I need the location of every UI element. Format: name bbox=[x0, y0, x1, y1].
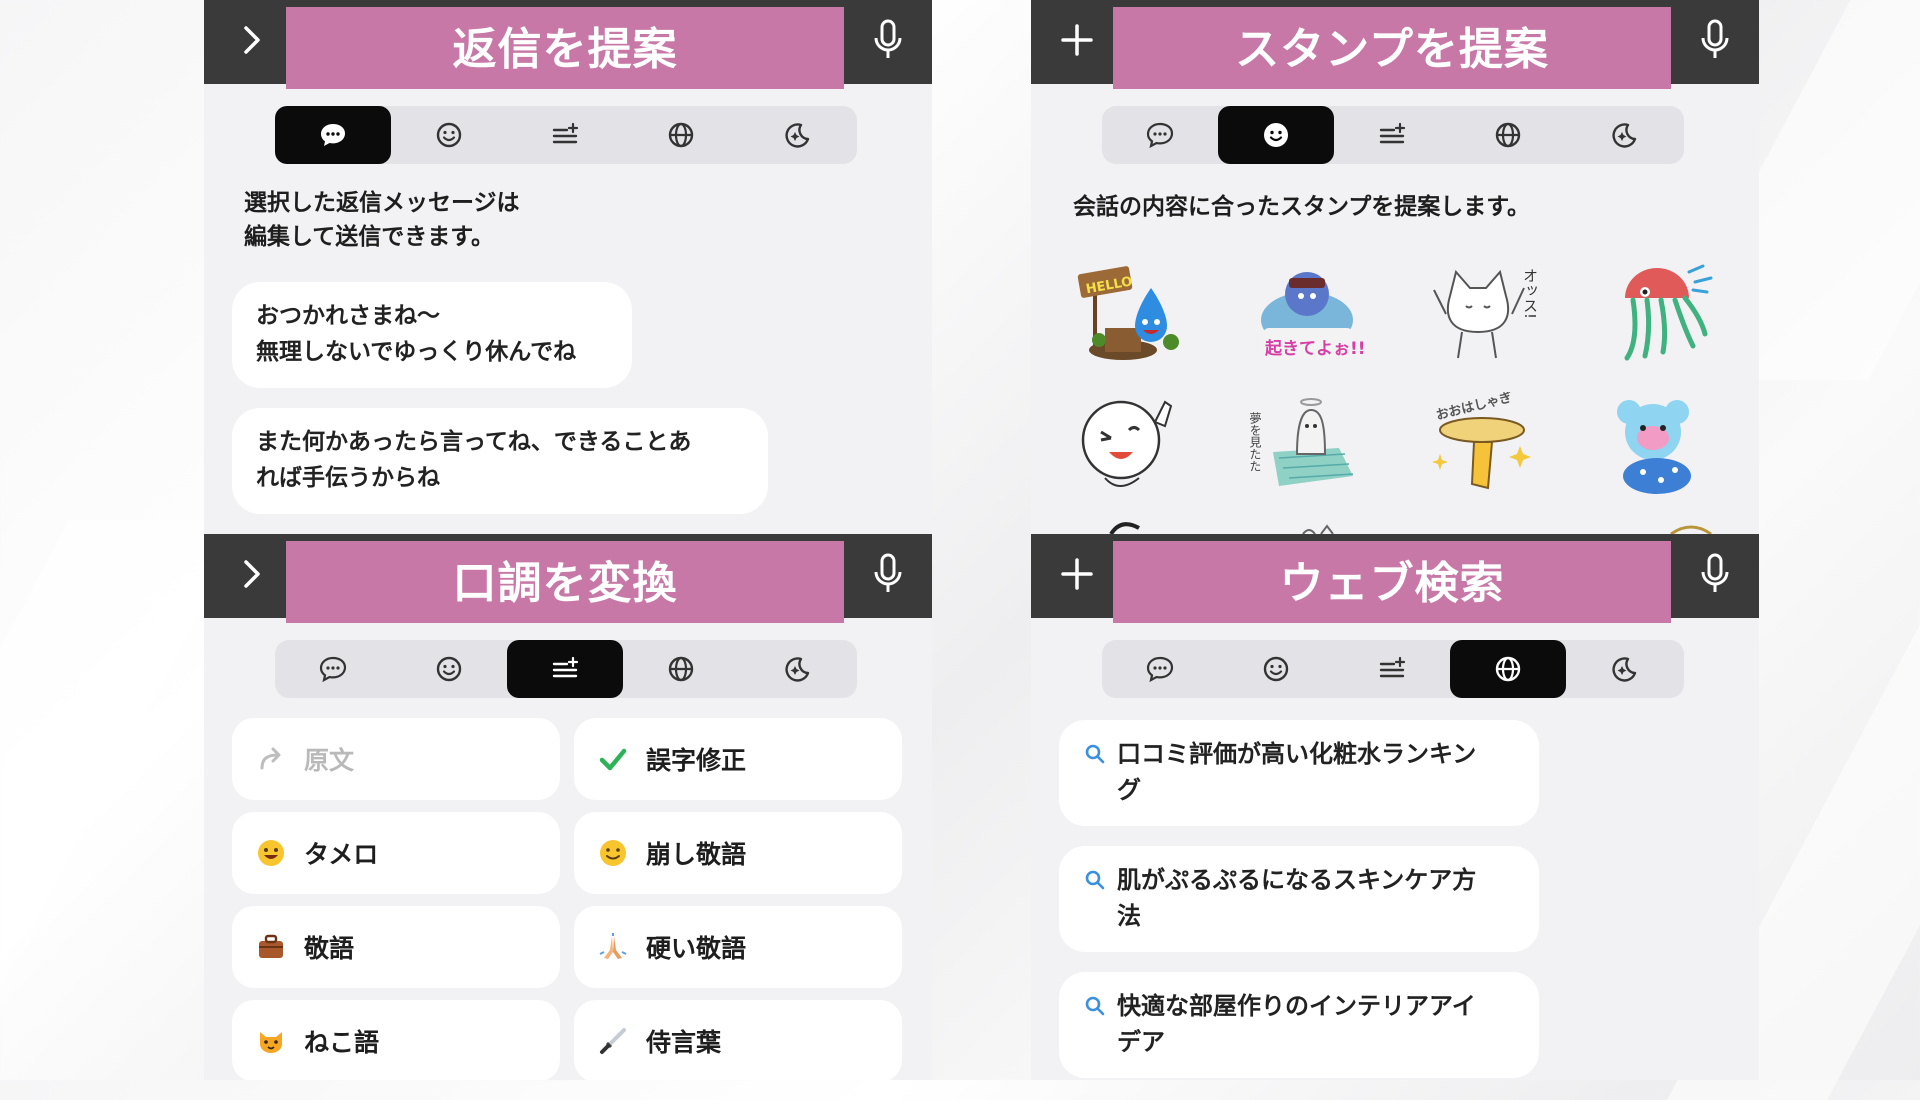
reply-title: 返信を提案 bbox=[286, 7, 844, 89]
tab-reply[interactable] bbox=[1102, 106, 1218, 164]
tone-samurai-button[interactable]: 侍言葉 bbox=[574, 1000, 902, 1080]
smile-face-icon bbox=[596, 836, 630, 870]
reply-panel: 返信を提案 選択した返信メッセージは 編集して送信できます。 おつかれさまね〜 … bbox=[204, 0, 932, 534]
briefcase-icon bbox=[254, 930, 288, 964]
tab-fortune[interactable] bbox=[739, 640, 855, 698]
praying-hands-icon bbox=[596, 930, 630, 964]
tab-stamp[interactable] bbox=[391, 640, 507, 698]
moon-sparkle-icon bbox=[785, 657, 810, 682]
search-icon bbox=[1085, 744, 1105, 764]
tone-adjust-icon bbox=[1379, 122, 1406, 144]
katana-icon bbox=[596, 1024, 630, 1058]
tab-web[interactable] bbox=[1450, 640, 1566, 698]
smiley-icon bbox=[1264, 123, 1288, 147]
tab-fortune[interactable] bbox=[739, 106, 855, 164]
speech-bubble-icon bbox=[319, 656, 347, 683]
tone-cat-speak-button[interactable]: ねこ語 bbox=[232, 1000, 560, 1080]
tone-title: 口調を変換 bbox=[286, 541, 844, 623]
tone-tabbar bbox=[275, 640, 857, 698]
grin-face-icon bbox=[254, 836, 288, 870]
tab-web[interactable] bbox=[623, 640, 739, 698]
search-icon bbox=[1085, 870, 1105, 890]
smiley-icon bbox=[436, 122, 462, 148]
jellyfish-sticker[interactable] bbox=[1603, 258, 1721, 366]
search-suggestion[interactable]: 口コミ評価が高い化粧水ランキン グ bbox=[1059, 720, 1539, 826]
svg-text:オッス!: オッス! bbox=[1521, 268, 1539, 319]
tab-tone[interactable] bbox=[1334, 640, 1450, 698]
stamp-title: スタンプを提案 bbox=[1113, 7, 1671, 89]
sticker-row-partial bbox=[1109, 522, 1712, 534]
tab-tone[interactable] bbox=[507, 640, 623, 698]
tab-fortune[interactable] bbox=[1566, 106, 1682, 164]
search-suggestion[interactable]: 肌がぷるぷるになるスキンケア方 法 bbox=[1059, 846, 1539, 952]
web-tabbar bbox=[1102, 640, 1684, 698]
tab-fortune[interactable] bbox=[1566, 640, 1682, 698]
tone-adjust-icon bbox=[1379, 656, 1406, 678]
plus-icon[interactable] bbox=[1049, 12, 1105, 68]
web-panel: ウェブ検索 口コミ評価が高い化粧水ランキン グ 肌がぷるぷるになるスキンケア方 … bbox=[1031, 534, 1759, 1080]
tab-reply[interactable] bbox=[275, 106, 391, 164]
web-title: ウェブ検索 bbox=[1113, 541, 1671, 623]
speech-bubble-icon bbox=[1146, 122, 1174, 149]
search-suggestion[interactable]: 快適な部屋作りのインテリアアイ デア bbox=[1059, 972, 1539, 1078]
tone-adjust-icon bbox=[552, 122, 579, 144]
microphone-icon[interactable] bbox=[1687, 546, 1743, 602]
microphone-icon[interactable] bbox=[1687, 12, 1743, 68]
reply-suggestion[interactable]: また何かあったら言ってね、できることあ れば手伝うからね bbox=[232, 408, 768, 514]
microphone-icon[interactable] bbox=[860, 12, 916, 68]
tab-tone[interactable] bbox=[1334, 106, 1450, 164]
ghost-bath-sticker[interactable]: 夢を見たた bbox=[1249, 392, 1367, 500]
tone-relaxed-polite-button[interactable]: 崩し敬語 bbox=[574, 812, 902, 894]
tab-web[interactable] bbox=[1450, 106, 1566, 164]
tab-reply[interactable] bbox=[1102, 640, 1218, 698]
octopus-wake-up-sticker[interactable]: 起きてよぉ!! bbox=[1249, 258, 1367, 366]
tone-formal-button[interactable]: 硬い敬語 bbox=[574, 906, 902, 988]
pink-koala-sticker[interactable] bbox=[1603, 392, 1721, 500]
moon-sparkle-icon bbox=[1612, 657, 1637, 682]
reply-tabbar bbox=[275, 106, 857, 164]
moon-sparkle-icon bbox=[785, 123, 810, 148]
tab-stamp[interactable] bbox=[1218, 640, 1334, 698]
tone-original-button[interactable]: 原文 bbox=[232, 718, 560, 800]
moon-face-sticker[interactable] bbox=[1071, 392, 1189, 500]
tab-reply[interactable] bbox=[275, 640, 391, 698]
globe-icon bbox=[668, 122, 694, 148]
smiley-icon bbox=[436, 656, 462, 682]
tone-panel: 口調を変換 原文 誤字修正 タメロ 崩し敬語 敬語 硬い敬語 ねこ語 侍言葉 bbox=[204, 534, 932, 1080]
stamp-tabbar bbox=[1102, 106, 1684, 164]
stamp-description: 会話の内容に合ったスタンプを提案します。 bbox=[1073, 194, 1531, 220]
tone-adjust-icon bbox=[552, 656, 579, 678]
tab-web[interactable] bbox=[623, 106, 739, 164]
cat-ossu-sticker[interactable]: オッス! bbox=[1426, 258, 1544, 366]
smiley-icon bbox=[1263, 656, 1289, 682]
tab-tone[interactable] bbox=[507, 106, 623, 164]
globe-icon bbox=[1495, 656, 1521, 682]
hello-sign-slime-sticker[interactable]: HELLO bbox=[1071, 258, 1189, 366]
search-icon bbox=[1085, 996, 1105, 1016]
hand-plate-sticker[interactable]: おおはしゃぎ bbox=[1426, 392, 1544, 500]
checkmark-icon bbox=[596, 742, 630, 776]
moon-sparkle-icon bbox=[1612, 123, 1637, 148]
tone-typo-fix-button[interactable]: 誤字修正 bbox=[574, 718, 902, 800]
reply-description: 選択した返信メッセージは 編集して送信できます。 bbox=[244, 190, 520, 250]
speech-bubble-icon bbox=[1146, 656, 1174, 683]
stamp-panel: スタンプを提案 会話の内容に合ったスタンプを提案します。 HELLO 起きてよぉ… bbox=[1031, 0, 1759, 534]
reply-suggestion[interactable]: おつかれさまね〜 無理しないでゆっくり休んでね bbox=[232, 282, 632, 388]
globe-icon bbox=[668, 656, 694, 682]
cat-face-icon bbox=[254, 1024, 288, 1058]
chevron-right-icon[interactable] bbox=[224, 12, 280, 68]
tab-stamp[interactable] bbox=[1218, 106, 1334, 164]
chevron-right-icon[interactable] bbox=[224, 546, 280, 602]
redo-arrow-icon bbox=[254, 742, 288, 776]
svg-text:夢を見たた: 夢を見たた bbox=[1249, 412, 1262, 472]
speech-bubble-icon bbox=[321, 124, 345, 146]
microphone-icon[interactable] bbox=[860, 546, 916, 602]
tone-casual-button[interactable]: タメロ bbox=[232, 812, 560, 894]
globe-icon bbox=[1495, 122, 1521, 148]
tab-stamp[interactable] bbox=[391, 106, 507, 164]
tone-polite-button[interactable]: 敬語 bbox=[232, 906, 560, 988]
svg-text:起きてよぉ!!: 起きてよぉ!! bbox=[1264, 338, 1366, 359]
plus-icon[interactable] bbox=[1049, 546, 1105, 602]
